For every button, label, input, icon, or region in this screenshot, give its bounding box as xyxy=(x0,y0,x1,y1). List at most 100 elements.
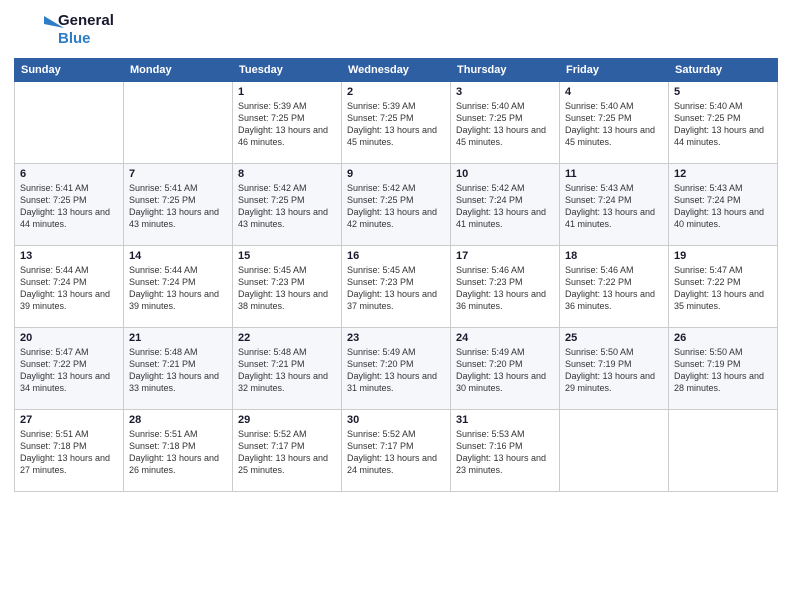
day-number: 17 xyxy=(456,250,554,262)
day-info: Sunrise: 5:45 AM Sunset: 7:23 PM Dayligh… xyxy=(347,264,445,313)
day-info: Sunrise: 5:50 AM Sunset: 7:19 PM Dayligh… xyxy=(674,346,772,395)
day-info: Sunrise: 5:39 AM Sunset: 7:25 PM Dayligh… xyxy=(347,100,445,149)
calendar-day-cell: 10 Sunrise: 5:42 AM Sunset: 7:24 PM Dayli… xyxy=(451,164,560,246)
day-number: 15 xyxy=(238,250,336,262)
calendar-day-cell: 15 Sunrise: 5:45 AM Sunset: 7:23 PM Dayli… xyxy=(233,246,342,328)
calendar-day-cell: 18 Sunrise: 5:46 AM Sunset: 7:22 PM Dayli… xyxy=(560,246,669,328)
day-info: Sunrise: 5:41 AM Sunset: 7:25 PM Dayligh… xyxy=(20,182,118,231)
day-number: 10 xyxy=(456,168,554,180)
calendar-day-cell: 21 Sunrise: 5:48 AM Sunset: 7:21 PM Dayli… xyxy=(124,328,233,410)
calendar-day-cell xyxy=(669,410,778,492)
calendar-day-cell: 3 Sunrise: 5:40 AM Sunset: 7:25 PM Daylig… xyxy=(451,82,560,164)
calendar-day-cell: 23 Sunrise: 5:49 AM Sunset: 7:20 PM Dayli… xyxy=(342,328,451,410)
day-number: 4 xyxy=(565,86,663,98)
day-number: 12 xyxy=(674,168,772,180)
calendar-table: SundayMondayTuesdayWednesdayThursdayFrid… xyxy=(14,58,778,492)
day-number: 13 xyxy=(20,250,118,262)
calendar-day-cell: 8Sunrise: 5:42 AM Sunset: 7:25 PM Daylig… xyxy=(233,164,342,246)
day-number: 30 xyxy=(347,414,445,426)
day-number: 16 xyxy=(347,250,445,262)
day-number: 14 xyxy=(129,250,227,262)
calendar-day-cell: 29 Sunrise: 5:52 AM Sunset: 7:17 PM Dayli… xyxy=(233,410,342,492)
calendar-day-cell: 26 Sunrise: 5:50 AM Sunset: 7:19 PM Dayli… xyxy=(669,328,778,410)
calendar-day-cell: 19 Sunrise: 5:47 AM Sunset: 7:22 PM Dayli… xyxy=(669,246,778,328)
calendar-day-cell: 7 Sunrise: 5:41 AM Sunset: 7:25 PM Daylig… xyxy=(124,164,233,246)
calendar-week-5: 27 Sunrise: 5:51 AM Sunset: 7:18 PM Dayli… xyxy=(15,410,778,492)
calendar-day-cell: 28Sunrise: 5:51 AM Sunset: 7:18 PM Dayli… xyxy=(124,410,233,492)
weekday-header-wednesday: Wednesday xyxy=(342,59,451,82)
day-info: Sunrise: 5:46 AM Sunset: 7:23 PM Dayligh… xyxy=(456,264,554,313)
day-number: 20 xyxy=(20,332,118,344)
calendar-day-cell: 14 Sunrise: 5:44 AM Sunset: 7:24 PM Dayli… xyxy=(124,246,233,328)
day-info: Sunrise: 5:48 AM Sunset: 7:21 PM Dayligh… xyxy=(238,346,336,395)
calendar-day-cell: 17 Sunrise: 5:46 AM Sunset: 7:23 PM Dayli… xyxy=(451,246,560,328)
day-info: Sunrise: 5:50 AM Sunset: 7:19 PM Dayligh… xyxy=(565,346,663,395)
day-info: Sunrise: 5:43 AM Sunset: 7:24 PM Dayligh… xyxy=(674,182,772,231)
day-number: 21 xyxy=(129,332,227,344)
day-info: Sunrise: 5:40 AM Sunset: 7:25 PM Dayligh… xyxy=(565,100,663,149)
day-number: 22 xyxy=(238,332,336,344)
calendar-day-cell xyxy=(560,410,669,492)
weekday-header-thursday: Thursday xyxy=(451,59,560,82)
day-info: Sunrise: 5:52 AM Sunset: 7:17 PM Dayligh… xyxy=(347,428,445,477)
day-info: Sunrise: 5:40 AM Sunset: 7:25 PM Dayligh… xyxy=(456,100,554,149)
day-info: Sunrise: 5:42 AM Sunset: 7:25 PM Dayligh… xyxy=(347,182,445,231)
calendar-day-cell: 1Sunrise: 5:39 AM Sunset: 7:25 PM Daylig… xyxy=(233,82,342,164)
day-number: 31 xyxy=(456,414,554,426)
calendar-day-cell: 16 Sunrise: 5:45 AM Sunset: 7:23 PM Dayli… xyxy=(342,246,451,328)
day-info: Sunrise: 5:44 AM Sunset: 7:24 PM Dayligh… xyxy=(20,264,118,313)
day-info: Sunrise: 5:51 AM Sunset: 7:18 PM Dayligh… xyxy=(20,428,118,477)
day-number: 11 xyxy=(565,168,663,180)
day-number: 5 xyxy=(674,86,772,98)
day-number: 27 xyxy=(20,414,118,426)
day-number: 19 xyxy=(674,250,772,262)
day-info: Sunrise: 5:48 AM Sunset: 7:21 PM Dayligh… xyxy=(129,346,227,395)
day-info: Sunrise: 5:53 AM Sunset: 7:16 PM Dayligh… xyxy=(456,428,554,477)
day-number: 29 xyxy=(238,414,336,426)
page-header: GeneralBlue xyxy=(14,10,778,50)
weekday-header-saturday: Saturday xyxy=(669,59,778,82)
day-info: Sunrise: 5:45 AM Sunset: 7:23 PM Dayligh… xyxy=(238,264,336,313)
calendar-day-cell: 11 Sunrise: 5:43 AM Sunset: 7:24 PM Dayli… xyxy=(560,164,669,246)
calendar-header-row: SundayMondayTuesdayWednesdayThursdayFrid… xyxy=(15,59,778,82)
logo-icon xyxy=(14,10,64,50)
day-info: Sunrise: 5:44 AM Sunset: 7:24 PM Dayligh… xyxy=(129,264,227,313)
day-number: 6 xyxy=(20,168,118,180)
calendar-day-cell: 30 Sunrise: 5:52 AM Sunset: 7:17 PM Dayli… xyxy=(342,410,451,492)
calendar-week-3: 13 Sunrise: 5:44 AM Sunset: 7:24 PM Dayli… xyxy=(15,246,778,328)
calendar-day-cell: 5Sunrise: 5:40 AM Sunset: 7:25 PM Daylig… xyxy=(669,82,778,164)
calendar-week-1: 1Sunrise: 5:39 AM Sunset: 7:25 PM Daylig… xyxy=(15,82,778,164)
calendar-day-cell: 6 Sunrise: 5:41 AM Sunset: 7:25 PM Daylig… xyxy=(15,164,124,246)
day-number: 2 xyxy=(347,86,445,98)
day-info: Sunrise: 5:52 AM Sunset: 7:17 PM Dayligh… xyxy=(238,428,336,477)
day-number: 23 xyxy=(347,332,445,344)
calendar-day-cell: 13 Sunrise: 5:44 AM Sunset: 7:24 PM Dayli… xyxy=(15,246,124,328)
calendar-day-cell: 12 Sunrise: 5:43 AM Sunset: 7:24 PM Dayli… xyxy=(669,164,778,246)
day-number: 18 xyxy=(565,250,663,262)
day-info: Sunrise: 5:47 AM Sunset: 7:22 PM Dayligh… xyxy=(20,346,118,395)
day-number: 9 xyxy=(347,168,445,180)
day-number: 3 xyxy=(456,86,554,98)
calendar-day-cell: 27 Sunrise: 5:51 AM Sunset: 7:18 PM Dayli… xyxy=(15,410,124,492)
day-info: Sunrise: 5:41 AM Sunset: 7:25 PM Dayligh… xyxy=(129,182,227,231)
logo: GeneralBlue xyxy=(14,10,114,50)
calendar-week-2: 6 Sunrise: 5:41 AM Sunset: 7:25 PM Daylig… xyxy=(15,164,778,246)
day-info: Sunrise: 5:49 AM Sunset: 7:20 PM Dayligh… xyxy=(347,346,445,395)
calendar-day-cell xyxy=(15,82,124,164)
weekday-header-tuesday: Tuesday xyxy=(233,59,342,82)
day-info: Sunrise: 5:42 AM Sunset: 7:24 PM Dayligh… xyxy=(456,182,554,231)
day-number: 24 xyxy=(456,332,554,344)
calendar-day-cell: 25Sunrise: 5:50 AM Sunset: 7:19 PM Dayli… xyxy=(560,328,669,410)
calendar-day-cell: 9 Sunrise: 5:42 AM Sunset: 7:25 PM Daylig… xyxy=(342,164,451,246)
day-number: 26 xyxy=(674,332,772,344)
day-info: Sunrise: 5:46 AM Sunset: 7:22 PM Dayligh… xyxy=(565,264,663,313)
weekday-header-monday: Monday xyxy=(124,59,233,82)
day-info: Sunrise: 5:42 AM Sunset: 7:25 PM Dayligh… xyxy=(238,182,336,231)
day-number: 7 xyxy=(129,168,227,180)
weekday-header-friday: Friday xyxy=(560,59,669,82)
day-info: Sunrise: 5:47 AM Sunset: 7:22 PM Dayligh… xyxy=(674,264,772,313)
weekday-header-sunday: Sunday xyxy=(15,59,124,82)
calendar-day-cell: 24Sunrise: 5:49 AM Sunset: 7:20 PM Dayli… xyxy=(451,328,560,410)
day-info: Sunrise: 5:51 AM Sunset: 7:18 PM Dayligh… xyxy=(129,428,227,477)
day-info: Sunrise: 5:43 AM Sunset: 7:24 PM Dayligh… xyxy=(565,182,663,231)
